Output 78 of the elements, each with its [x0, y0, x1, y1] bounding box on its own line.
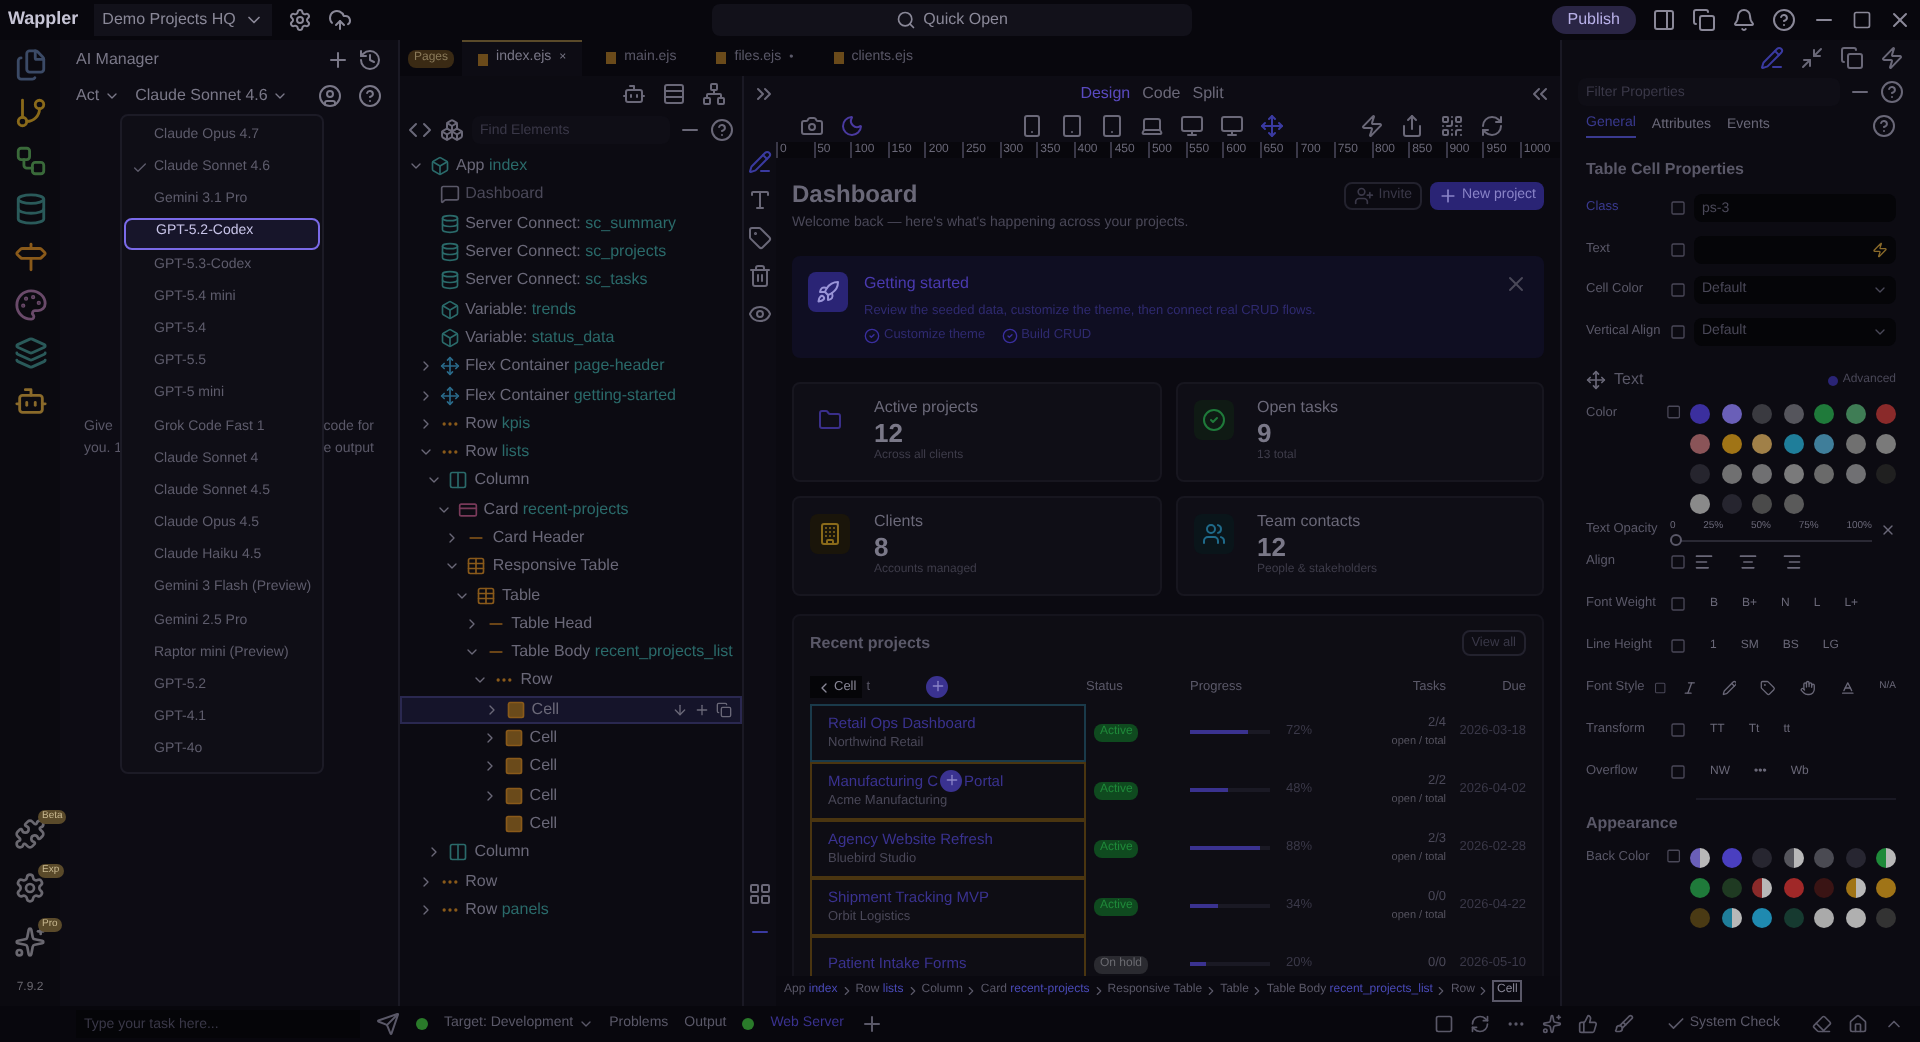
tree-label: Variable: trends [465, 297, 577, 322]
panel-title: AI Manager [76, 47, 161, 71]
card-title: Recent projects [810, 631, 931, 655]
section-title: Table Cell Properties [1586, 158, 1746, 182]
tree-item[interactable]: Cell [400, 809, 742, 839]
tree-label: Dashboard [465, 182, 544, 207]
tree-item[interactable]: Table Body recent_projects_list [400, 638, 742, 667]
tree-label: Card Header [492, 526, 585, 550]
stat-label: Active projects [874, 399, 979, 415]
tree-label: Row [520, 668, 553, 693]
stat-value: 9 [1257, 419, 1274, 445]
tree-item[interactable]: Table [400, 580, 742, 610]
tree-item[interactable]: Server Connect: sc_projects [400, 237, 742, 267]
tree-label: Table Head [511, 611, 593, 636]
tree-label: Cell [529, 726, 558, 751]
tree-item[interactable]: Column [400, 466, 742, 496]
tree-label: Row [465, 869, 498, 894]
tree-item[interactable]: Variable: trends [400, 294, 742, 324]
tree-item[interactable]: Row panels [400, 895, 742, 925]
tree-label: Column [474, 468, 530, 493]
tree-item[interactable]: Server Connect: sc_summary [400, 209, 742, 238]
tree-item[interactable]: Table Head [400, 609, 742, 639]
tree-item[interactable]: Card recent-projects [400, 495, 742, 524]
tree-item[interactable]: Card Header [400, 523, 742, 553]
tree-label: Cell [531, 697, 560, 722]
stat-label: Open tasks [1257, 399, 1338, 415]
model-dropdown[interactable]: Claude Sonnet 4.6 [135, 83, 288, 107]
tree-label: Table Body recent_projects_list [511, 640, 733, 665]
app-logo: Wappler [8, 6, 79, 33]
publish-button[interactable]: Publish [1551, 6, 1636, 34]
tree-item[interactable]: Row kpis [400, 409, 742, 438]
tree-label: Cell [529, 811, 558, 836]
tree-label: Responsive Table [492, 554, 619, 579]
tree-label: Row panels [465, 897, 549, 922]
stat-value: 8 [874, 533, 891, 559]
page-title: Dashboard [792, 182, 920, 206]
tree-label: Variable: status_data [465, 325, 615, 350]
tree-label: Row lists [465, 440, 530, 465]
tree-item[interactable]: Cell [400, 781, 742, 810]
tree-item[interactable]: Variable: status_data [400, 323, 742, 353]
tree-item[interactable]: Flex Container getting-started [400, 380, 742, 410]
stat-label: Clients [874, 513, 925, 529]
tree-item[interactable]: Responsive Table [400, 552, 742, 581]
tree-label: Cell [529, 783, 558, 808]
stat-label: Team contacts [1257, 513, 1363, 529]
mode-dropdown[interactable]: Act [76, 83, 120, 107]
section-title: Text [1614, 368, 1646, 392]
section-title: Appearance [1586, 811, 1680, 835]
tree-label: Column [474, 840, 530, 865]
tree-label: Server Connect: sc_projects [465, 240, 667, 265]
tree-label: Flex Container page-header [465, 354, 665, 379]
project-selector[interactable]: Demo Projects HQ [94, 4, 272, 36]
banner-title: Getting started [864, 271, 971, 295]
view-mode-tab[interactable]: Split [1192, 81, 1224, 105]
tree-label: Table [502, 583, 541, 608]
view-mode-tab[interactable]: Code [1142, 81, 1181, 105]
tree-label: Server Connect: sc_tasks [465, 268, 648, 293]
tree-label: Flex Container getting-started [465, 383, 676, 408]
tree-item[interactable]: App index [400, 152, 742, 181]
tree-item[interactable]: Flex Container page-header [400, 352, 742, 381]
tree-item[interactable]: Row lists [400, 437, 742, 467]
tree-item[interactable]: Cell [400, 723, 742, 753]
tree-label: Row kpis [465, 411, 531, 436]
tree-item[interactable]: Cell [400, 695, 742, 724]
tree-label: App index [456, 154, 528, 179]
tree-item[interactable]: Dashboard [400, 180, 742, 210]
tree-item[interactable]: Cell [400, 752, 742, 782]
view-mode-tab[interactable]: Design [1080, 81, 1131, 105]
tree-label: Card recent-projects [483, 497, 629, 522]
tree-item[interactable]: Row [400, 666, 742, 696]
stat-value: 12 [874, 419, 905, 445]
tree-item[interactable]: Column [400, 838, 742, 867]
stat-value: 12 [1257, 533, 1288, 559]
tree-item[interactable]: Row [400, 866, 742, 896]
tree-item[interactable]: Server Connect: sc_tasks [400, 266, 742, 295]
tree-label: Server Connect: sc_summary [465, 211, 676, 236]
quick-open-field[interactable]: Quick Open [711, 4, 1192, 36]
tree-label: Cell [529, 754, 558, 779]
